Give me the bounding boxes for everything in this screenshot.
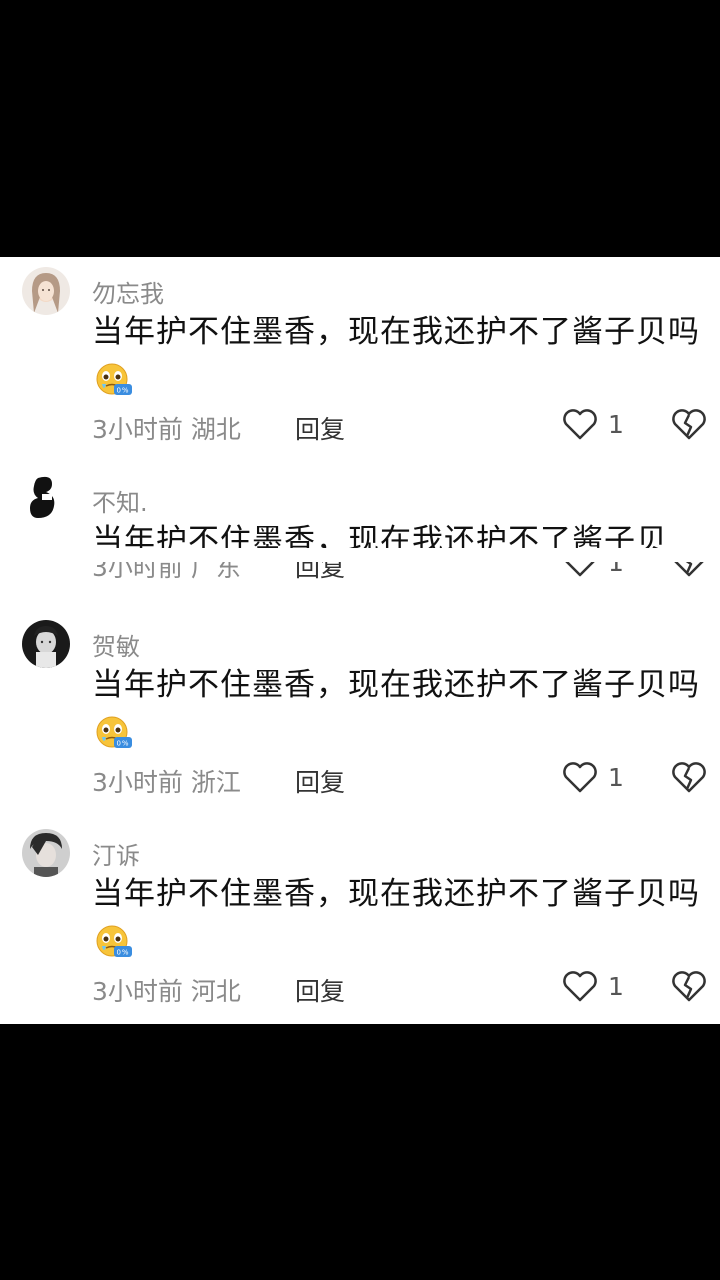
comment-text-content: 当年护不住墨香，现在我还护不了酱子贝: [92, 523, 668, 548]
comment-username[interactable]: 勿忘我: [92, 274, 164, 309]
heart-icon[interactable]: [561, 760, 599, 794]
emoji-badge: 0%: [116, 948, 129, 956]
heart-icon[interactable]: [561, 969, 599, 1003]
avatar[interactable]: [22, 474, 70, 522]
like-count: 1: [608, 763, 624, 792]
comment-username[interactable]: 不知.: [92, 483, 148, 518]
comment-location: 浙江: [190, 768, 241, 797]
comment-location: 湖北: [190, 415, 241, 444]
top-black-bar: [0, 0, 720, 257]
crying-emoji-icon: 0%: [94, 924, 134, 960]
comment-text-content: 当年护不住墨香，现在我还护不了酱子贝吗: [92, 667, 700, 703]
comment-list[interactable]: 勿忘我 当年护不住墨香，现在我还护不了酱子贝吗 0% 3小时前 湖北 回复 1: [0, 257, 720, 1024]
comment-text-content: 当年护不住墨香，现在我还护不了酱子贝吗: [92, 876, 700, 912]
heart-icon[interactable]: [561, 562, 599, 578]
comment-item-collapsed: 不知. 当年护不住墨香，现在我还护不了酱子贝 3小时前 广东 回复 1: [0, 466, 720, 590]
broken-heart-icon[interactable]: [670, 407, 708, 441]
comment-meta: 3小时前 广东: [92, 562, 241, 584]
comment-item: 汀诉 当年护不住墨香，现在我还护不了酱子贝吗 0% 3小时前 河北 回复 1: [0, 819, 720, 1024]
comment-username[interactable]: 汀诉: [92, 836, 140, 871]
like-count: 1: [608, 562, 624, 577]
video-frame: 勿忘我 当年护不住墨香，现在我还护不了酱子贝吗 0% 3小时前 湖北 回复 1: [0, 0, 720, 1280]
comment-meta-row: 3小时前 广东 回复 1: [0, 562, 720, 590]
like-count: 1: [608, 410, 624, 439]
reply-button[interactable]: 回复: [295, 410, 345, 446]
avatar[interactable]: [22, 829, 70, 877]
avatar[interactable]: [22, 267, 70, 315]
comment-meta: 3小时前 湖北: [92, 410, 241, 446]
comment-text-content: 当年护不住墨香，现在我还护不了酱子贝吗: [92, 314, 700, 350]
comment-username[interactable]: 贺敏: [92, 627, 140, 662]
comment-time: 3小时前: [92, 562, 183, 582]
reply-button[interactable]: 回复: [295, 972, 345, 1008]
broken-heart-icon[interactable]: [670, 969, 708, 1003]
reply-button[interactable]: 回复: [295, 763, 345, 799]
heart-icon[interactable]: [561, 407, 599, 441]
emoji-badge: 0%: [116, 739, 129, 747]
broken-heart-icon[interactable]: [670, 562, 708, 578]
comment-time: 3小时前: [92, 768, 183, 797]
emoji-badge: 0%: [116, 386, 129, 394]
avatar[interactable]: [22, 620, 70, 668]
comment-location: 广东: [190, 562, 241, 582]
comment-text: 当年护不住墨香，现在我还护不了酱子贝吗 0%: [92, 309, 708, 401]
comment-time: 3小时前: [92, 415, 183, 444]
comment-text: 当年护不住墨香，现在我还护不了酱子贝吗 0%: [92, 662, 708, 754]
comment-meta: 3小时前 河北: [92, 972, 241, 1008]
comment-text: 当年护不住墨香，现在我还护不了酱子贝: [92, 518, 708, 548]
comment-text: 当年护不住墨香，现在我还护不了酱子贝吗 0%: [92, 871, 708, 963]
comment-item: 勿忘我 当年护不住墨香，现在我还护不了酱子贝吗 0% 3小时前 湖北 回复 1: [0, 257, 720, 466]
comment-time: 3小时前: [92, 977, 183, 1006]
comment-location: 河北: [190, 977, 241, 1006]
broken-heart-icon[interactable]: [670, 760, 708, 794]
comment-item: 贺敏 当年护不住墨香，现在我还护不了酱子贝吗 0% 3小时前 浙江 回复 1: [0, 610, 720, 819]
bottom-black-bar: [0, 1024, 720, 1280]
crying-emoji-icon: 0%: [94, 715, 134, 751]
crying-emoji-icon: 0%: [94, 362, 134, 398]
reply-button[interactable]: 回复: [295, 562, 345, 584]
like-count: 1: [608, 972, 624, 1001]
comment-meta: 3小时前 浙江: [92, 763, 241, 799]
